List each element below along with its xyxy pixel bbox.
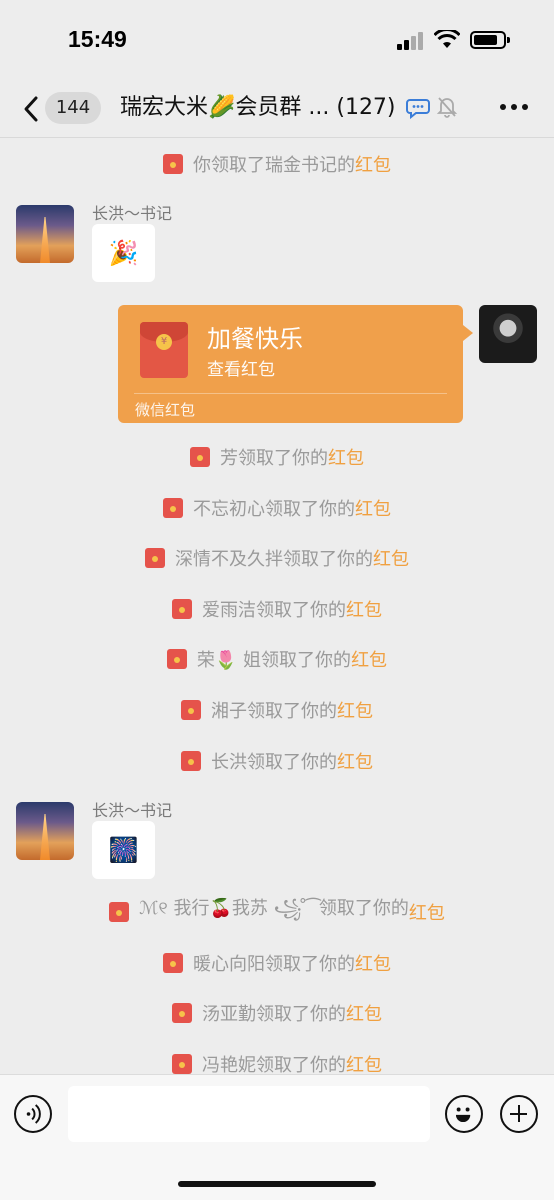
emoji-message-bubble[interactable]: 🎆 xyxy=(92,821,155,879)
system-message: ℳ୧ 我行🍒我苏 ꧁ ̊ ͡ 领取了你的 红包 xyxy=(0,898,554,926)
red-packet-link[interactable]: 红包 xyxy=(346,596,382,622)
red-packet-title: 加餐快乐 xyxy=(207,325,303,353)
system-message: 你领取了瑞金书记的 红包 xyxy=(0,150,554,178)
message-input-bar xyxy=(0,1074,554,1200)
red-packet-icon xyxy=(181,700,201,720)
red-packet-icon xyxy=(172,1054,192,1074)
avatar[interactable] xyxy=(16,802,74,860)
system-message: 深情不及久拌领取了你的 红包 xyxy=(0,544,554,572)
red-packet-icon xyxy=(181,751,201,771)
back-chevron-icon[interactable] xyxy=(18,92,46,126)
status-time: 15:49 xyxy=(68,26,127,52)
system-message: 暖心向阳领取了你的 红包 xyxy=(0,949,554,977)
voice-input-icon[interactable] xyxy=(14,1095,52,1133)
home-indicator xyxy=(178,1181,376,1187)
avatar[interactable] xyxy=(479,305,537,363)
system-message: 长洪领取了你的 红包 xyxy=(0,747,554,775)
red-packet-icon xyxy=(163,154,183,174)
avatar[interactable] xyxy=(16,205,74,263)
more-options-icon[interactable] xyxy=(500,104,530,112)
divider xyxy=(134,393,447,394)
message-input[interactable] xyxy=(68,1086,430,1142)
wifi-icon xyxy=(434,30,460,48)
system-message: 爱雨洁领取了你的 红包 xyxy=(0,595,554,623)
unread-count-badge[interactable]: 144 xyxy=(45,92,101,124)
chat-message-list[interactable]: 你领取了瑞金书记的 红包 长洪～书记 🎉 ¥ 加餐快乐 查看红包 微信红包 芳领取… xyxy=(0,138,554,1074)
red-packet-link[interactable]: 红包 xyxy=(337,697,373,723)
red-packet-link[interactable]: 红包 xyxy=(355,495,391,521)
red-packet-subtitle: 查看红包 xyxy=(207,360,275,380)
red-packet-icon xyxy=(163,953,183,973)
red-packet-link[interactable]: 红包 xyxy=(328,444,364,470)
red-packet-message[interactable]: ¥ 加餐快乐 查看红包 微信红包 xyxy=(118,305,473,423)
red-packet-link[interactable]: 红包 xyxy=(337,748,373,774)
system-message: 不忘初心领取了你的 红包 xyxy=(0,494,554,522)
red-packet-link[interactable]: 红包 xyxy=(373,545,409,571)
red-packet-icon xyxy=(166,649,187,669)
red-packet-icon xyxy=(172,599,192,619)
system-message: 湘子领取了你的 红包 xyxy=(0,696,554,724)
group-title[interactable]: 瑞宏大米🌽会员群 ... (127) xyxy=(120,92,396,124)
red-packet-footer: 微信红包 xyxy=(135,401,196,419)
status-bar: 15:49 xyxy=(0,0,554,82)
red-packet-link[interactable]: 红包 xyxy=(346,1051,382,1074)
chat-header: 144 瑞宏大米🌽会员群 ... (127) xyxy=(0,82,554,138)
red-packet-icon xyxy=(109,902,130,922)
system-message: 汤亚勤领取了你的 红包 xyxy=(0,999,554,1027)
chat-bubble-icon xyxy=(406,99,430,120)
cellular-signal-icon xyxy=(397,32,425,50)
system-message: 荣🌷 姐领取了你的 红包 xyxy=(0,645,554,673)
emoji-icon[interactable] xyxy=(445,1095,483,1133)
system-message: 芳领取了你的 红包 xyxy=(0,443,554,471)
red-packet-icon xyxy=(163,498,183,518)
more-plus-icon[interactable] xyxy=(500,1095,538,1133)
red-packet-link[interactable]: 红包 xyxy=(355,950,391,976)
red-packet-icon xyxy=(145,548,165,568)
sender-name: 长洪～书记 xyxy=(92,204,173,223)
red-packet-link[interactable]: 红包 xyxy=(409,899,445,925)
emoji-message-bubble[interactable]: 🎉 xyxy=(92,224,155,282)
red-packet-link[interactable]: 红包 xyxy=(346,1000,382,1026)
mute-bell-icon xyxy=(436,97,458,118)
red-packet-link[interactable]: 红包 xyxy=(355,151,391,177)
red-envelope-icon: ¥ xyxy=(140,322,188,378)
red-packet-icon xyxy=(172,1003,192,1023)
system-message: 冯艳妮领取了你的 红包 xyxy=(0,1050,554,1074)
red-packet-icon xyxy=(190,447,210,467)
sender-name: 长洪～书记 xyxy=(92,801,173,820)
red-packet-link[interactable]: 红包 xyxy=(351,646,387,672)
battery-icon xyxy=(470,31,510,49)
